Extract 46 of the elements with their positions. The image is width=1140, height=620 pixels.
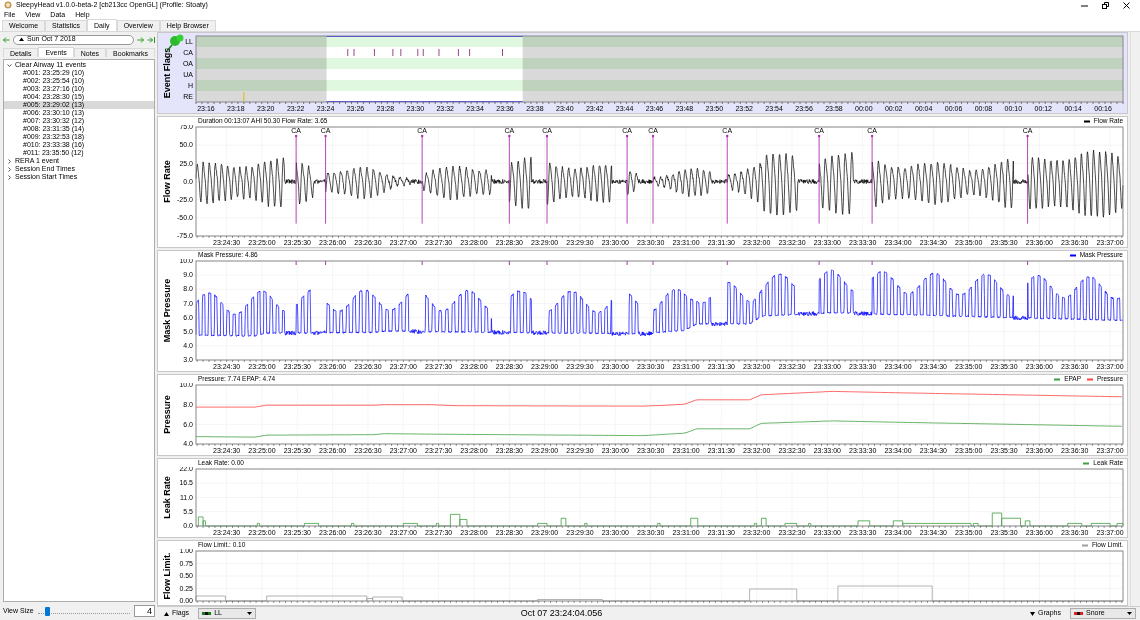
- axis-title: Leak Rate: [162, 476, 172, 519]
- restore-icon[interactable]: [1102, 1, 1109, 9]
- event-tick: [392, 49, 394, 56]
- caret-up-icon: [164, 611, 169, 616]
- event-tick: [508, 261, 510, 265]
- axis-title: Flow Limit.: [162, 552, 172, 600]
- event-tick: [347, 49, 349, 56]
- slider-thumb[interactable]: [44, 607, 50, 616]
- event-tick: [469, 49, 471, 56]
- axis-title: Pressure: [162, 395, 172, 434]
- axis-title: Flow Rate: [162, 160, 172, 203]
- view-size-slider[interactable]: [37, 608, 131, 614]
- value-field[interactable]: 4: [134, 605, 155, 617]
- triangle-icon: [19, 37, 24, 42]
- event-tick: [502, 49, 503, 56]
- forward-arrow-icon[interactable]: [137, 36, 144, 43]
- event-tick: [243, 92, 245, 101]
- event-tick: [457, 49, 459, 56]
- time-readout: Oct 07 23:24:04.056: [520, 608, 604, 619]
- event-tick: [652, 261, 654, 265]
- event-tick: [438, 49, 440, 56]
- event-tick: [1027, 261, 1029, 265]
- back-arrow-icon[interactable]: [3, 36, 10, 43]
- event-tick: [353, 49, 355, 56]
- app-icon: [4, 1, 12, 9]
- event-tick: [626, 261, 628, 265]
- axis-title: Mask Pressure: [162, 278, 172, 343]
- event-tick: [417, 49, 419, 56]
- event-tick: [421, 261, 423, 265]
- caret-down-icon: [247, 612, 253, 615]
- event-tick: [726, 261, 728, 265]
- event-tick: [546, 261, 548, 265]
- event-tick: [325, 261, 327, 265]
- line-swatch-icon: [1074, 612, 1083, 615]
- event-tick: [295, 261, 297, 265]
- last-arrow-icon[interactable]: [147, 36, 155, 43]
- caret-down-icon: [1030, 611, 1036, 616]
- close-icon[interactable]: [1123, 1, 1130, 9]
- axis-title: Event Flags: [162, 47, 172, 99]
- line-swatch-icon: [202, 612, 212, 615]
- event-tick: [400, 49, 402, 56]
- caret-down-icon: [1127, 612, 1132, 615]
- event-tick: [422, 49, 424, 56]
- event-tick: [818, 261, 820, 265]
- event-tick: [373, 49, 375, 56]
- event-tick: [871, 261, 873, 265]
